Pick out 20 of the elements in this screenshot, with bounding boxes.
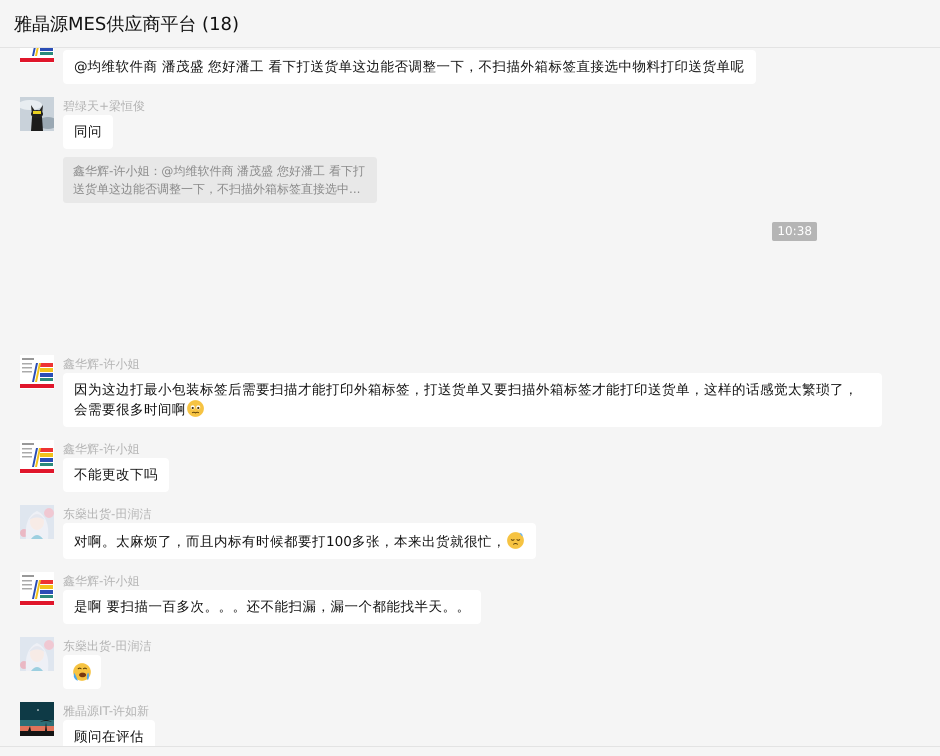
- sender-name: 东燊出货-田润洁: [63, 638, 152, 655]
- message-bubble: 同问: [63, 115, 113, 149]
- message-bubble: 是啊 要扫描一百多次。。。还不能扫漏，漏一个都能找半天。。: [63, 590, 482, 624]
- quoted-message: 鑫华辉-许小姐：@均维软件商 潘茂盛 您好潘工 看下打送货单这边能否调整一下，不扫描外箱标签直接选中...: [63, 157, 377, 203]
- emoji-icon: [72, 662, 92, 682]
- emoji-icon: [506, 531, 525, 550]
- message-bubble: 对啊。太麻烦了，而且内标有时候都要打100多张，本来出货就很忙，: [63, 523, 536, 559]
- sender-name: 鑫华辉-许小姐: [63, 573, 140, 590]
- emoji-icon: [186, 399, 205, 418]
- message-bubble: 不能更改下吗: [63, 458, 169, 492]
- window-title: 雅晶源MES供应商平台 (18): [14, 12, 239, 36]
- sender-name: 雅晶源IT-许如新: [63, 703, 150, 720]
- message-bubble: 顾问在评估: [63, 720, 155, 746]
- timestamp: 10:38: [772, 222, 817, 241]
- sender-name: 鑫华辉-许小姐: [63, 441, 140, 458]
- message-bubble: 因为这边打最小包装标签后需要扫描才能打印外箱标签，打送货单又要扫描外箱标签才能打印送货单，这样的话感觉太繁琐了，会需要很多时间啊: [63, 373, 882, 427]
- sender-name: 鑫华辉-许小姐: [63, 356, 140, 373]
- sender-name: 碧绿天+梁恒俊: [63, 98, 146, 115]
- sender-name: 东燊出货-田润洁: [63, 506, 152, 523]
- message-bubble: @均维软件商 潘茂盛 您好潘工 看下打送货单这边能否调整一下，不扫描外箱标签直接选中物料打印送货单呢: [63, 50, 756, 84]
